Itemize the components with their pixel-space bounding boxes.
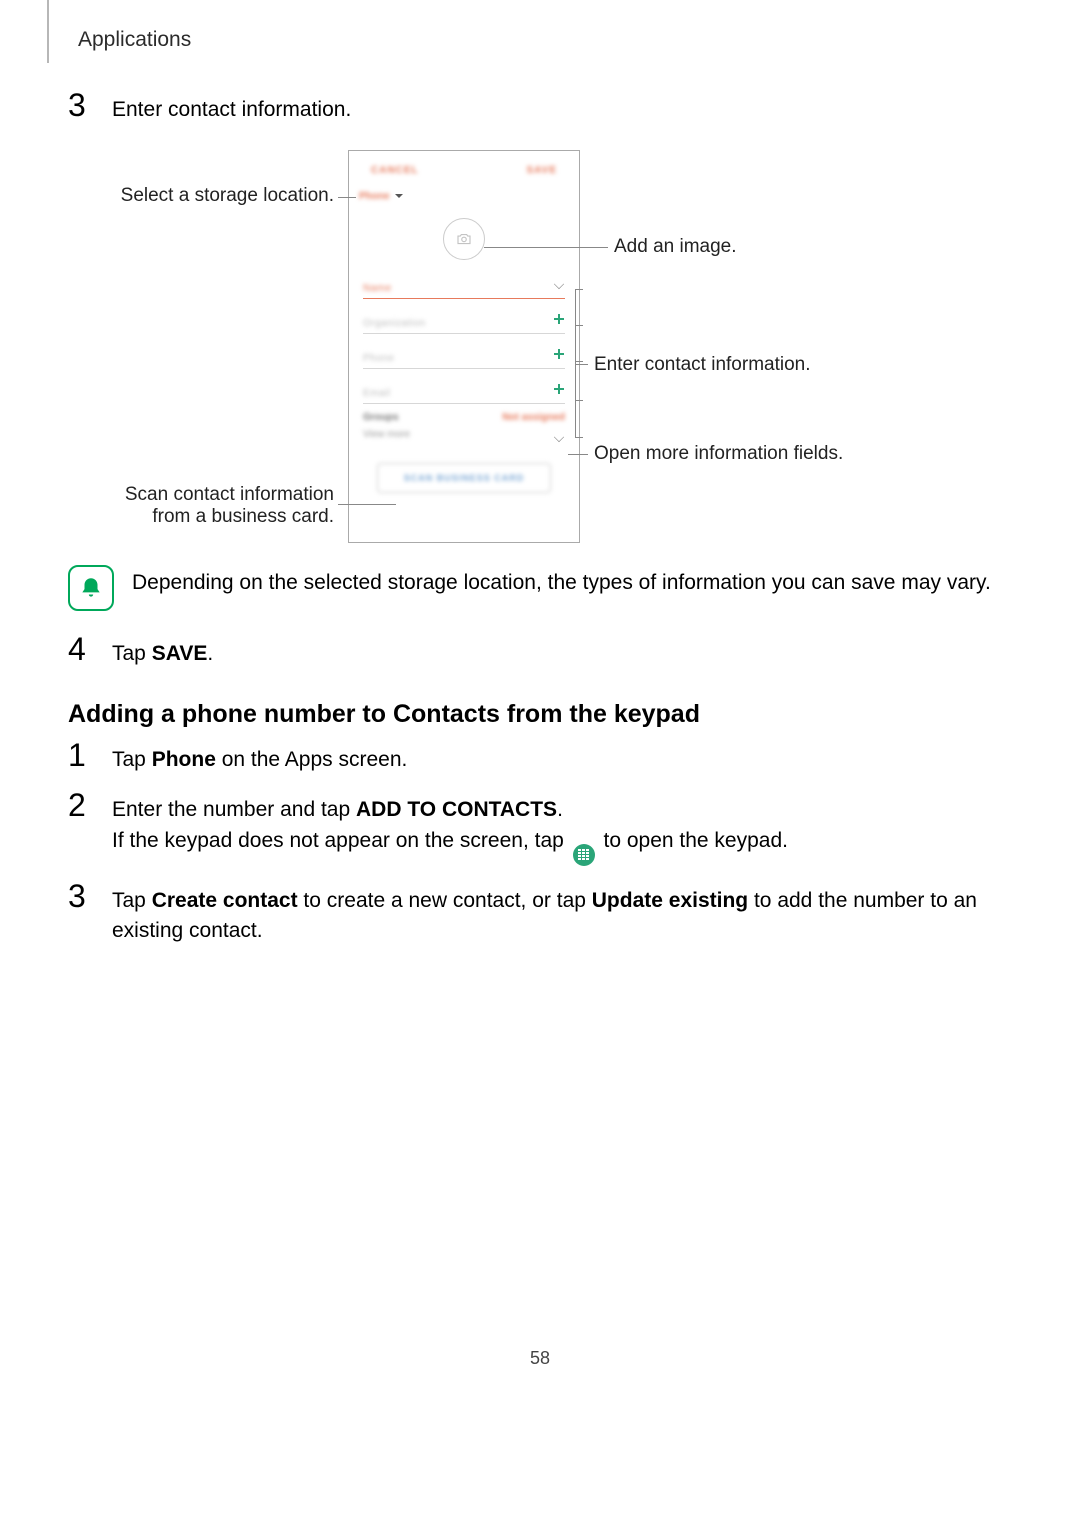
bracket	[575, 289, 576, 437]
text-bold: Phone	[152, 748, 216, 771]
scan-card-button-label: SCAN BUSINESS CARD	[377, 463, 551, 493]
text: Tap	[112, 889, 152, 912]
chevron-down-icon	[554, 432, 564, 442]
save-button-label: SAVE	[527, 165, 558, 176]
note-icon	[68, 565, 114, 611]
text-bold: ADD TO CONTACTS	[356, 798, 557, 821]
step-text: Tap Phone on the Apps screen.	[112, 745, 1012, 775]
text: to open the keypad.	[604, 829, 788, 852]
callout-more: Open more information fields.	[594, 443, 924, 465]
leader-line	[338, 504, 396, 505]
field-label: Phone	[363, 353, 394, 364]
leader-line	[568, 454, 588, 455]
text: on the Apps screen.	[216, 748, 407, 771]
cancel-button-label: CANCEL	[371, 165, 419, 176]
text: Tap	[112, 748, 152, 771]
field-name: Name	[363, 272, 565, 299]
text: Tap	[112, 642, 152, 665]
avatar-placeholder	[443, 218, 485, 260]
text-bold: Update existing	[592, 889, 748, 912]
note-box: Depending on the selected storage locati…	[68, 565, 1012, 611]
phone-screenshot: CANCEL SAVE Phone Name Organization	[348, 150, 580, 543]
plus-icon	[551, 346, 567, 362]
leader-line	[338, 197, 356, 198]
step-number: 3	[68, 878, 86, 915]
subheading: Adding a phone number to Contacts from t…	[68, 700, 1012, 729]
callout-scan: Scan contact information from a business…	[84, 484, 334, 528]
plus-icon	[551, 311, 567, 327]
step-text: Enter contact information.	[112, 95, 1012, 125]
chevron-down-icon	[554, 279, 564, 289]
header-rule	[47, 0, 49, 63]
callout-storage: Select a storage location.	[84, 185, 334, 207]
keypad-step-3: 3 Tap Create contact to create a new con…	[68, 886, 1012, 947]
bell-icon	[78, 575, 104, 601]
step-number: 3	[68, 87, 86, 124]
plus-icon	[551, 381, 567, 397]
text-bold: Create contact	[152, 889, 298, 912]
text: Enter the number and tap	[112, 798, 356, 821]
chevron-down-icon	[395, 194, 403, 202]
keypad-step-2: 2 Enter the number and tap ADD TO CONTAC…	[68, 795, 1012, 865]
keypad-step-1: 1 Tap Phone on the Apps screen.	[68, 745, 1012, 775]
text: .	[207, 642, 213, 665]
contact-diagram: CANCEL SAVE Phone Name Organization	[68, 150, 998, 550]
field-org: Organization	[363, 307, 565, 334]
keypad-icon	[573, 844, 595, 866]
storage-selector: Phone	[349, 189, 579, 208]
leader-line	[484, 247, 608, 248]
view-more-label: View more	[363, 429, 410, 440]
callout-image: Add an image.	[614, 236, 944, 258]
camera-icon	[455, 230, 473, 248]
note-text: Depending on the selected storage locati…	[132, 565, 991, 598]
step-number: 4	[68, 631, 86, 668]
field-label: Groups	[363, 412, 399, 423]
step-text: Tap Create contact to create a new conta…	[112, 886, 1012, 947]
field-label: Email	[363, 388, 391, 399]
step-text: Enter the number and tap ADD TO CONTACTS…	[112, 795, 1012, 865]
text: to create a new contact, or tap	[298, 889, 592, 912]
page-number: 58	[530, 1348, 550, 1369]
step-3: 3 Enter contact information.	[68, 95, 1012, 125]
groups-value: Not assigned	[502, 412, 565, 423]
step-number: 2	[68, 787, 86, 824]
section-header: Applications	[78, 28, 191, 52]
view-more-row: View more	[363, 425, 565, 449]
text-bold: SAVE	[152, 642, 208, 665]
leader-line	[576, 364, 588, 365]
text: If the keypad does not appear on the scr…	[112, 829, 570, 852]
field-label: Name	[363, 283, 392, 294]
field-email: Email	[363, 377, 565, 404]
step-text: Tap SAVE.	[112, 639, 1012, 669]
storage-label: Phone	[359, 191, 390, 202]
text: .	[557, 798, 563, 821]
step-number: 1	[68, 737, 86, 774]
field-groups: Groups Not assigned	[363, 412, 565, 423]
field-label: Organization	[363, 318, 426, 329]
callout-info: Enter contact information.	[594, 354, 924, 376]
step-4: 4 Tap SAVE.	[68, 639, 1012, 669]
field-phone: Phone	[363, 342, 565, 369]
